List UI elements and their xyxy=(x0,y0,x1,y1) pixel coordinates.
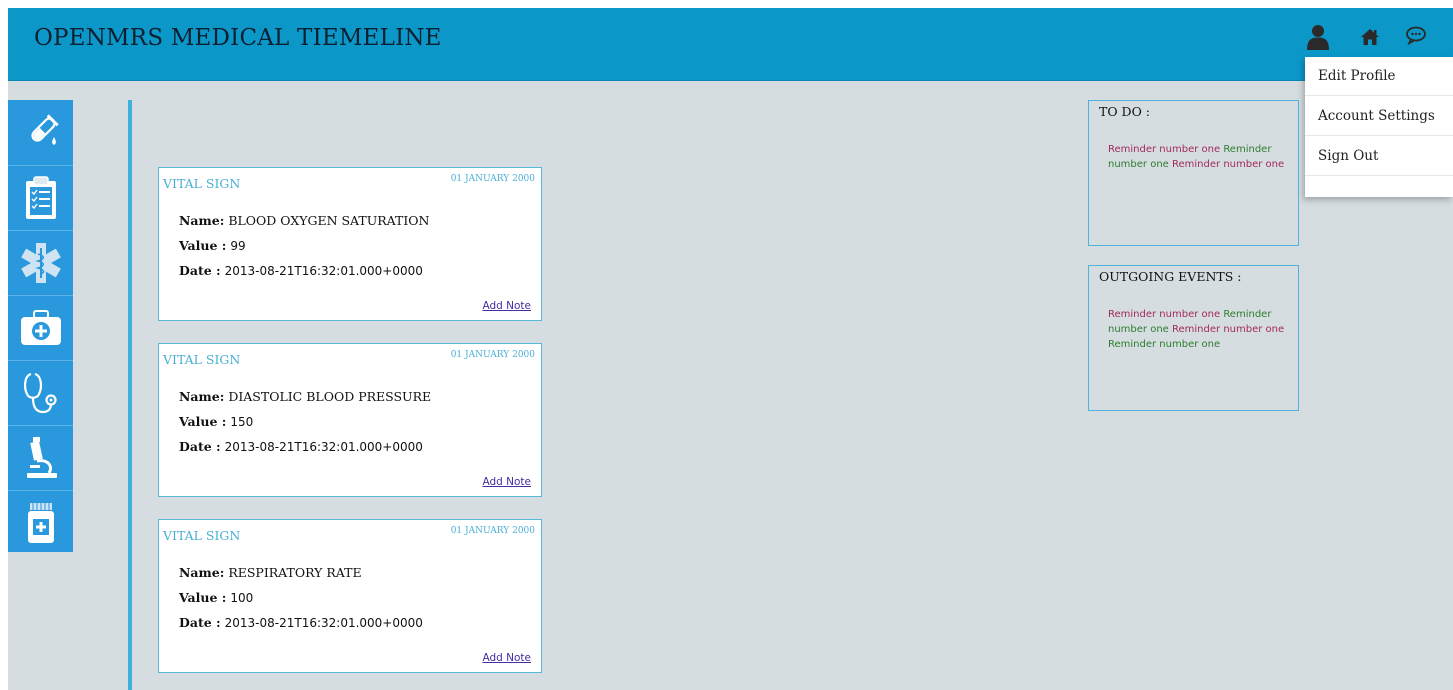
sidebar xyxy=(8,100,73,552)
sidebar-item-laboratory[interactable] xyxy=(8,425,73,490)
timeline-card: VITAL SIGN 01 JANUARY 2000 Name: DIASTOL… xyxy=(158,343,542,497)
user-menu: Edit Profile Account Settings Sign Out xyxy=(1305,57,1453,197)
menu-item-sign-out[interactable]: Sign Out xyxy=(1305,137,1453,176)
todo-panel: TO DO : Reminder number one Reminder num… xyxy=(1088,100,1299,246)
medical-star-icon xyxy=(20,243,61,283)
page: OPENMRS MEDICAL TIEMELINE Edit Profile A… xyxy=(8,8,1453,690)
header-bar: OPENMRS MEDICAL TIEMELINE xyxy=(8,8,1453,81)
menu-item-edit-profile[interactable]: Edit Profile xyxy=(1305,57,1453,96)
outgoing-reminders: Reminder number one Reminder number one … xyxy=(1108,307,1293,352)
first-aid-kit-icon xyxy=(20,310,61,345)
sidebar-item-records[interactable] xyxy=(8,165,73,230)
todo-title: TO DO : xyxy=(1099,104,1151,119)
reminder-item: Reminder number one xyxy=(1108,339,1221,350)
home-icon[interactable] xyxy=(1360,28,1380,50)
test-tube-icon xyxy=(30,114,59,145)
sidebar-item-examination[interactable] xyxy=(8,360,73,425)
chat-icon[interactable] xyxy=(1405,25,1427,49)
card-date-row: Date : 2013-08-21T16:32:01.000+0000 xyxy=(179,439,423,454)
sidebar-item-lab-tests[interactable] xyxy=(8,100,73,164)
outgoing-title: OUTGOING EVENTS : xyxy=(1099,269,1242,284)
card-type: VITAL SIGN xyxy=(163,352,241,367)
card-name-row: Name: RESPIRATORY RATE xyxy=(179,565,362,580)
reminder-item: Reminder number one xyxy=(1172,159,1285,170)
sidebar-item-emergency[interactable] xyxy=(8,230,73,295)
add-note-link[interactable]: Add Note xyxy=(482,300,531,312)
card-date: 01 JANUARY 2000 xyxy=(450,526,535,536)
app-title: OPENMRS MEDICAL TIEMELINE xyxy=(34,25,442,51)
stethoscope-icon xyxy=(23,372,57,414)
timeline-card: VITAL SIGN 01 JANUARY 2000 Name: RESPIRA… xyxy=(158,519,542,673)
card-date: 01 JANUARY 2000 xyxy=(450,174,535,184)
card-name-row: Name: BLOOD OXYGEN SATURATION xyxy=(179,213,430,228)
card-value-row: Value : 99 xyxy=(179,238,246,253)
add-note-link[interactable]: Add Note xyxy=(482,476,531,488)
menu-item-account-settings[interactable]: Account Settings xyxy=(1305,97,1453,136)
reminder-item: Reminder number one xyxy=(1108,144,1221,155)
timeline-card: VITAL SIGN 01 JANUARY 2000 Name: BLOOD O… xyxy=(158,167,542,321)
microscope-icon xyxy=(26,437,57,478)
add-note-link[interactable]: Add Note xyxy=(482,652,531,664)
card-type: VITAL SIGN xyxy=(163,176,241,191)
card-name-row: Name: DIASTOLIC BLOOD PRESSURE xyxy=(179,389,432,404)
card-value-row: Value : 100 xyxy=(179,590,254,605)
card-date-row: Date : 2013-08-21T16:32:01.000+0000 xyxy=(179,615,423,630)
medicine-bottle-icon xyxy=(27,503,54,543)
outgoing-events-panel: OUTGOING EVENTS : Reminder number one Re… xyxy=(1088,265,1299,411)
sidebar-item-pharmacy[interactable] xyxy=(8,490,73,555)
user-icon[interactable] xyxy=(1305,24,1331,54)
timeline-line xyxy=(128,100,132,690)
sidebar-item-first-aid[interactable] xyxy=(8,295,73,360)
reminder-item: Reminder number one xyxy=(1172,324,1285,335)
card-date: 01 JANUARY 2000 xyxy=(450,350,535,360)
card-type: VITAL SIGN xyxy=(163,528,241,543)
clipboard-icon xyxy=(25,176,56,219)
reminder-item: Reminder number one xyxy=(1108,309,1221,320)
todo-reminders: Reminder number one Reminder number one … xyxy=(1108,142,1293,172)
card-value-row: Value : 150 xyxy=(179,414,254,429)
card-date-row: Date : 2013-08-21T16:32:01.000+0000 xyxy=(179,263,423,278)
